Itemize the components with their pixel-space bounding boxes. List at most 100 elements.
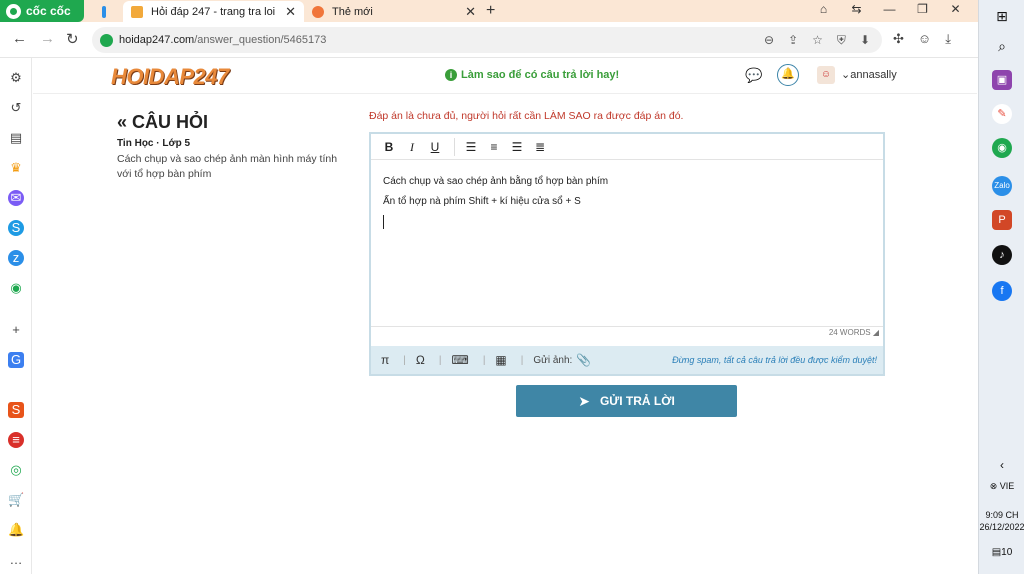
- search-icon[interactable]: ⌕: [992, 36, 1012, 56]
- page-content: HOIDAP247 i Làm sao để có câu trả lời ha…: [33, 58, 977, 574]
- tab-new[interactable]: Thẻ mới ✕: [304, 1, 484, 22]
- close-tab-icon[interactable]: ✕: [465, 4, 476, 20]
- window-controls: ⌂ ⇆ — ❐ ✕: [807, 2, 972, 16]
- paperclip-icon[interactable]: 📎: [576, 353, 591, 367]
- winrar-icon[interactable]: ▣: [992, 70, 1012, 90]
- submit-answer-button[interactable]: ➤ GỬI TRẢ LỜI: [516, 385, 737, 417]
- minimize-button[interactable]: —: [873, 2, 906, 16]
- close-tab-icon[interactable]: ✕: [285, 4, 296, 20]
- attach-label: Gửi ảnh:: [533, 354, 573, 366]
- secure-icon: [100, 33, 113, 47]
- tiktok-icon[interactable]: ♪: [992, 245, 1012, 265]
- username-label: annasally: [850, 69, 897, 81]
- username[interactable]: ⌄annasally: [841, 68, 897, 81]
- coccoc-icon: [312, 5, 324, 18]
- zalo-sidebar-icon[interactable]: z: [8, 250, 24, 266]
- url-field[interactable]: hoidap247.com /answer_question/5465173 ⊖…: [92, 27, 882, 53]
- coccoc-taskbar-icon[interactable]: ◉: [992, 138, 1012, 158]
- zoom-out-icon[interactable]: ⊖: [764, 33, 774, 48]
- profile-icon[interactable]: ⌂: [807, 2, 840, 16]
- translate-icon[interactable]: G: [8, 352, 24, 368]
- align-justify-icon[interactable]: ≣: [530, 137, 550, 157]
- facebook-icon[interactable]: f: [992, 281, 1012, 301]
- history-icon[interactable]: ↺: [8, 100, 24, 116]
- footer-divider: |: [482, 354, 486, 366]
- tray-chevron-icon[interactable]: ‹: [979, 458, 1024, 472]
- new-tab-button[interactable]: +: [486, 2, 495, 20]
- forward-icon[interactable]: →: [40, 30, 55, 47]
- clock-time[interactable]: 9:09 CH: [979, 510, 1024, 520]
- restore-tabs-icon[interactable]: ⇆: [840, 2, 873, 16]
- toolbar-divider: [454, 137, 455, 156]
- question-text: Cách chụp và sao chép ảnh màn hình máy t…: [117, 153, 338, 180]
- tab-title: Hỏi đáp 247 - trang tra loi: [151, 5, 276, 18]
- shopee-icon[interactable]: S: [8, 402, 24, 418]
- add-icon[interactable]: +: [8, 322, 24, 338]
- moderation-note: Đừng spam, tất cả câu trả lời đều được k…: [672, 355, 877, 365]
- downloads-icon[interactable]: ⤓: [945, 31, 951, 47]
- chat-icon[interactable]: 💬: [745, 67, 762, 84]
- brand-label: cốc cốc: [26, 4, 71, 18]
- editor-toolbar: B I U ☰ ≡ ☰ ≣: [371, 134, 883, 160]
- double-chevron-left-icon[interactable]: «: [117, 112, 127, 132]
- download-page-icon[interactable]: ⬇: [860, 33, 870, 48]
- reload-icon[interactable]: ↻: [66, 30, 79, 48]
- browser-sidebar: ⚙ ↺ ▤ ♛ ✉ S z ◉ + G S ≡ ◎ 🛒 🔔 …: [0, 58, 32, 574]
- tip-link[interactable]: i Làm sao để có câu trả lời hay!: [445, 69, 619, 81]
- messenger-icon[interactable]: ✉: [8, 190, 24, 206]
- news-icon[interactable]: ≡: [8, 432, 24, 448]
- cart-icon[interactable]: 🛒: [8, 492, 24, 508]
- hoidap-icon: [131, 5, 143, 18]
- align-right-icon[interactable]: ☰: [507, 137, 527, 157]
- game-icon[interactable]: ◉: [8, 280, 24, 296]
- skype-icon[interactable]: S: [8, 220, 24, 236]
- clock-date[interactable]: 26/12/2022: [979, 522, 1024, 532]
- action-center-icon: ▤: [991, 547, 1002, 558]
- paint-icon[interactable]: ✎: [992, 104, 1012, 124]
- bookmark-star-icon[interactable]: ☆: [812, 33, 823, 48]
- reading-list-icon[interactable]: ▤: [8, 130, 24, 146]
- extensions-icon[interactable]: ✣: [893, 31, 904, 47]
- windows-start-icon[interactable]: ⊞: [992, 6, 1012, 26]
- site-logo[interactable]: HOIDAP247: [111, 64, 229, 90]
- back-icon[interactable]: ←: [12, 30, 27, 47]
- avatar-extension-icon[interactable]: ☺: [918, 31, 931, 47]
- tab-zalo[interactable]: [94, 1, 122, 22]
- coccoc-brand[interactable]: cốc cốc: [0, 0, 84, 22]
- maximize-button[interactable]: ❐: [906, 2, 939, 16]
- extensions: ✣ ☺ ⤓: [893, 31, 951, 47]
- answer-editor[interactable]: B I U ☰ ≡ ☰ ≣ Cách chụp và sao chép ảnh …: [369, 132, 885, 376]
- tab-hoidap[interactable]: Hỏi đáp 247 - trang tra loi ✕: [123, 1, 304, 22]
- url-path: /answer_question/5465173: [194, 34, 327, 46]
- align-center-icon[interactable]: ≡: [484, 137, 504, 157]
- settings-icon[interactable]: ⚙: [8, 70, 24, 86]
- paste-text-icon[interactable]: ▦: [495, 353, 506, 367]
- question-heading: « CÂU HỎI: [117, 112, 208, 133]
- avatar[interactable]: ☺: [817, 66, 835, 84]
- tab-title: Thẻ mới: [332, 5, 373, 18]
- more-icon[interactable]: …: [8, 552, 24, 568]
- shield-icon[interactable]: ⛨: [837, 33, 846, 48]
- bell-icon[interactable]: 🔔: [777, 64, 799, 86]
- share-icon[interactable]: ⇪: [788, 33, 798, 48]
- map-icon[interactable]: ◎: [8, 462, 24, 478]
- omega-symbol-icon[interactable]: Ω: [416, 353, 425, 367]
- close-window-button[interactable]: ✕: [939, 2, 972, 16]
- align-left-icon[interactable]: ☰: [461, 137, 481, 157]
- resize-handle-icon[interactable]: ◢: [873, 328, 879, 337]
- bold-button[interactable]: B: [379, 137, 399, 157]
- notification-icon[interactable]: 🔔: [8, 522, 24, 538]
- language-indicator[interactable]: ⊗ VIE: [979, 481, 1024, 492]
- powerpoint-icon[interactable]: P: [992, 210, 1012, 230]
- lang-label: VIE: [999, 481, 1015, 491]
- answer-line: Cách chụp và sao chép ảnh bằng tổ hợp bà…: [383, 176, 609, 187]
- crown-icon[interactable]: ♛: [8, 160, 24, 176]
- underline-button[interactable]: U: [425, 137, 445, 157]
- keyboard-icon[interactable]: ⌨: [451, 353, 468, 367]
- pi-symbol-icon[interactable]: π: [381, 353, 389, 367]
- footer-divider: |: [403, 354, 406, 366]
- zalo-taskbar-icon[interactable]: Zalo: [992, 176, 1012, 196]
- notification-center[interactable]: ▤10: [979, 547, 1024, 558]
- editor-content[interactable]: Cách chụp và sao chép ảnh bằng tổ hợp bà…: [383, 172, 608, 229]
- italic-button[interactable]: I: [402, 137, 422, 157]
